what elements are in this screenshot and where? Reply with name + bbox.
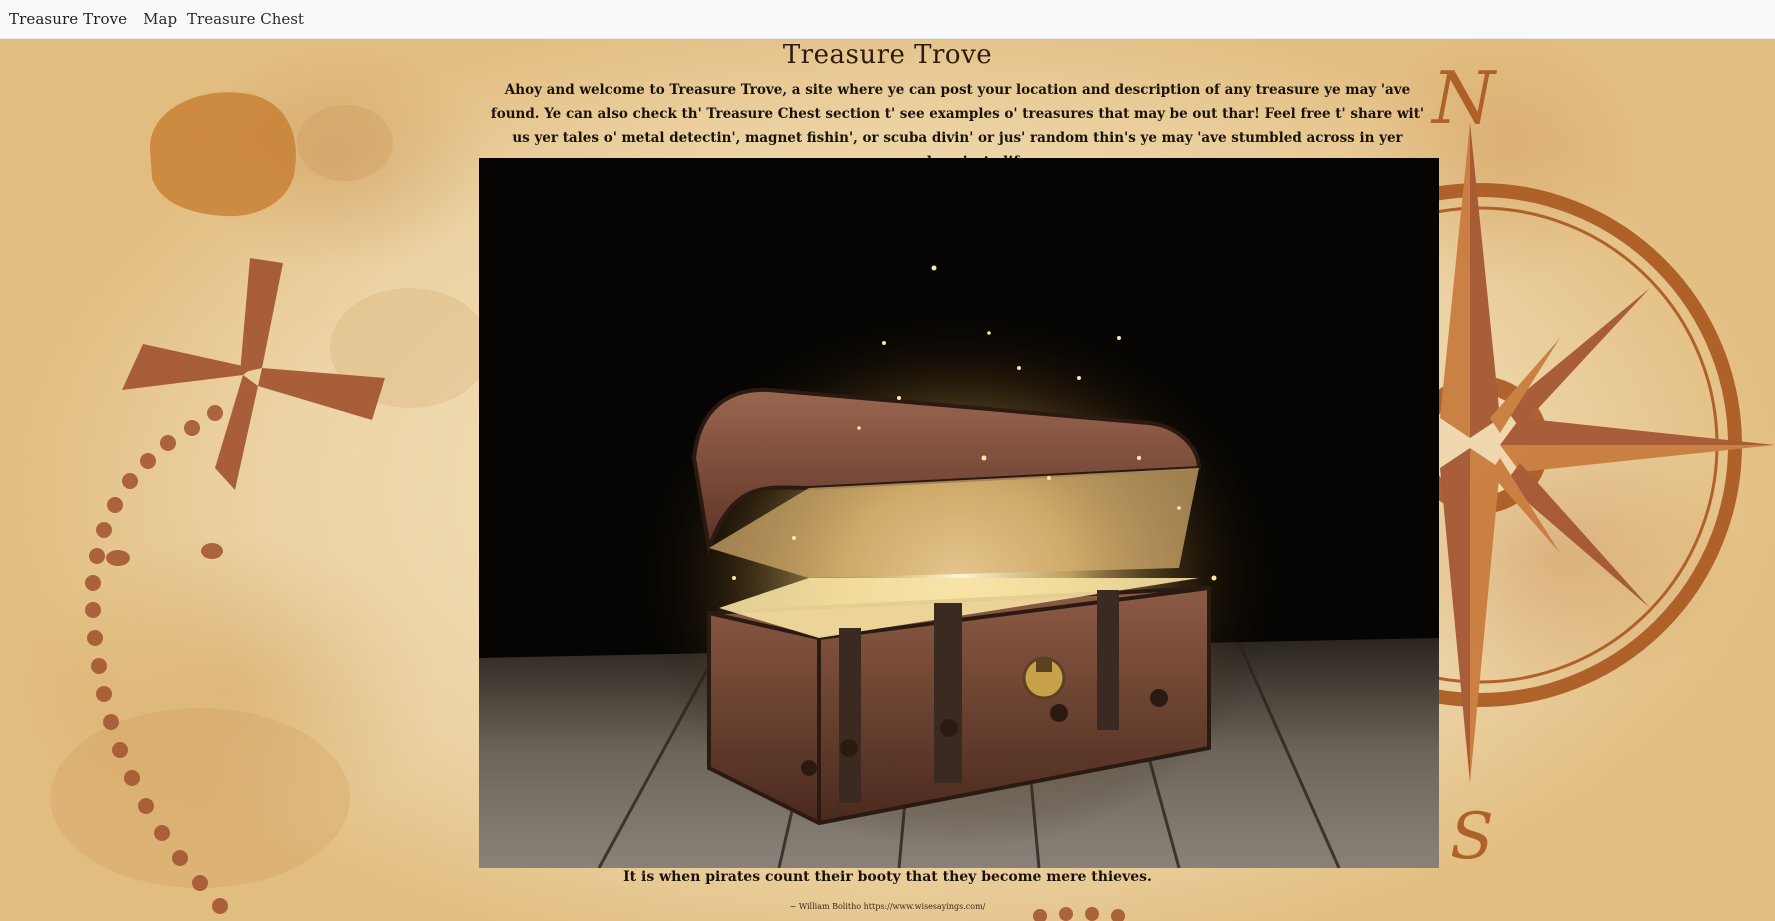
main-content: Treasure Trove Ahoy and welcome to Treas… <box>0 38 1775 921</box>
credit-author: ~ William Bolitho <box>789 902 862 911</box>
quote-credit: ~ William Bolitho https://www.wisesaying… <box>0 902 1775 911</box>
navbar: Treasure Trove Map Treasure Chest <box>0 0 1775 39</box>
nav-link-treasure-chest[interactable]: Treasure Chest <box>187 10 304 28</box>
page-title: Treasure Trove <box>782 40 993 70</box>
pirate-quote: It is when pirates count their booty tha… <box>623 869 1152 885</box>
credit-link[interactable]: https://www.wisesayings.com/ <box>864 902 986 911</box>
nav-link-map[interactable]: Map <box>143 10 177 28</box>
navbar-brand[interactable]: Treasure Trove <box>9 10 127 28</box>
treasure-chest-image <box>479 158 1439 868</box>
